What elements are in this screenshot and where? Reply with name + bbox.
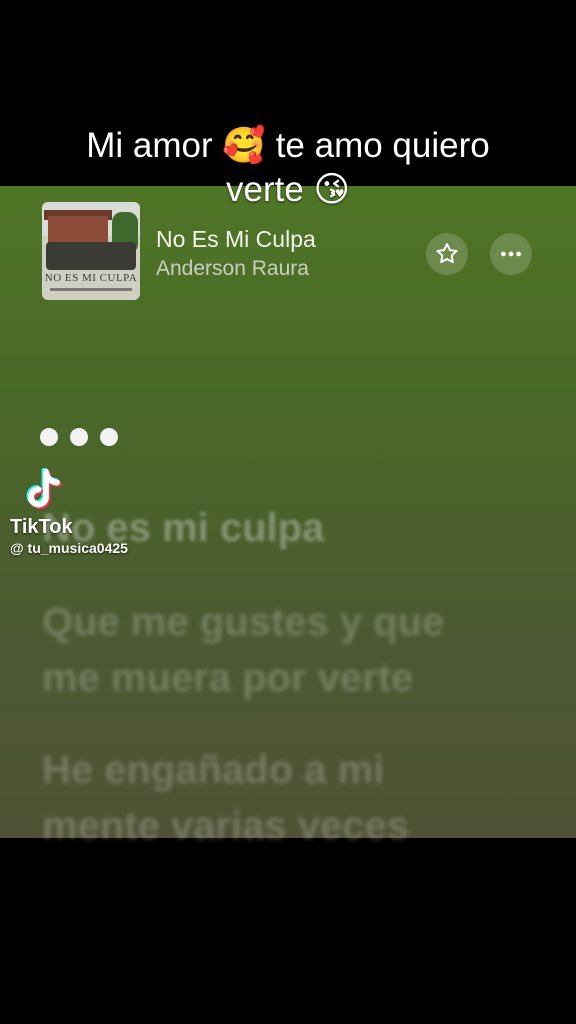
- loading-dot: [70, 428, 88, 446]
- favorite-button[interactable]: [426, 233, 468, 275]
- video-caption: Mi amor 🥰 te amo quiero verte 😘: [0, 124, 576, 212]
- lyric-line-3: He engañado a mi mente varias veces: [42, 742, 409, 854]
- lyric-line-3b: mente varias veces: [42, 804, 409, 848]
- lyric-line-2b: me muera por verte: [42, 656, 414, 700]
- tiktok-username: @ tu_musica0425: [10, 540, 128, 556]
- album-art-subtitle-bar: [50, 288, 132, 291]
- album-art-people: [46, 242, 136, 270]
- song-title: No Es Mi Culpa: [156, 226, 316, 252]
- lyric-line-2a: Que me gustes y que: [42, 600, 445, 644]
- tiktok-brand: TikTok: [10, 516, 73, 538]
- more-options-button[interactable]: [490, 233, 532, 275]
- album-art-title: NO ES MI CULPA: [44, 272, 138, 284]
- album-art[interactable]: NO ES MI CULPA: [42, 202, 140, 300]
- loading-dot: [100, 428, 118, 446]
- lyrics-loading-dots: [40, 428, 118, 446]
- loading-dot: [40, 428, 58, 446]
- song-artist[interactable]: Anderson Raura: [156, 257, 309, 281]
- caption-line-1: Mi amor 🥰 te amo quiero: [86, 126, 490, 165]
- lyric-line-2: Que me gustes y que me muera por verte: [42, 594, 444, 706]
- star-icon: [436, 243, 458, 264]
- more-horizontal-icon: [501, 251, 521, 257]
- lyric-line-3a: He engañado a mi: [42, 748, 385, 792]
- tiktok-logo-icon: [26, 468, 62, 509]
